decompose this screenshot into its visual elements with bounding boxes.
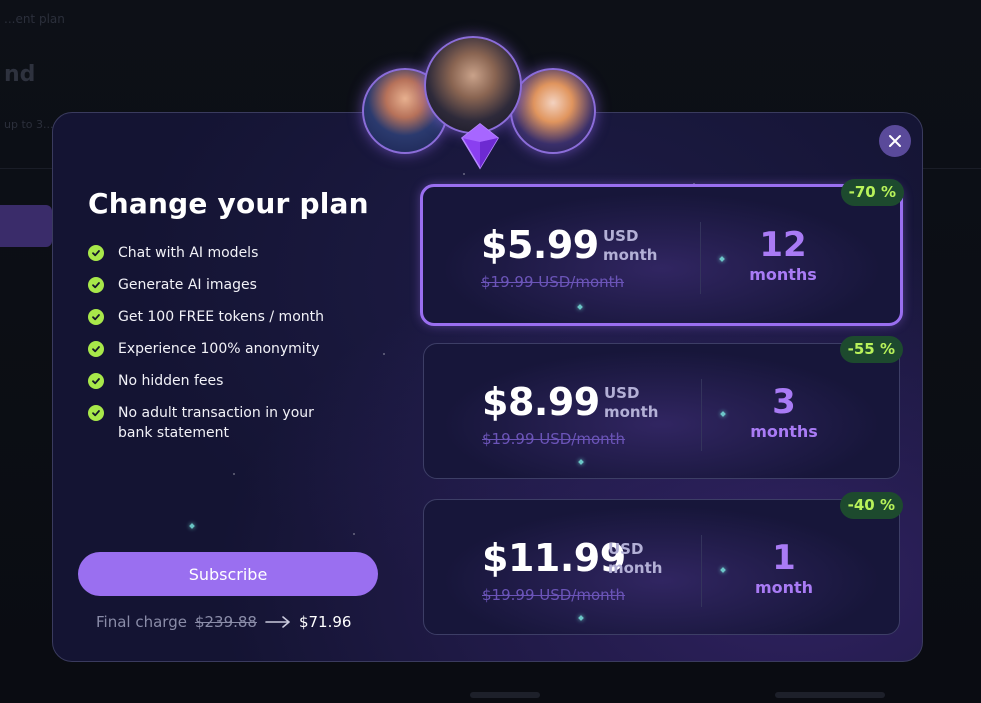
sparkle [189,523,195,529]
feature-text: Chat with AI models [118,245,259,261]
feature-item: Chat with AI models [88,243,378,263]
feature-item: Experience 100% anonymity [88,339,378,359]
plan-card-12-months[interactable]: $5.99 USD month $19.99 USD/month 12 mont… [420,179,904,326]
check-icon [88,341,104,357]
plan-currency-code: USD [608,540,644,558]
feature-item: No hidden fees [88,371,378,391]
plan-currency-code: USD [604,384,640,402]
background-footer-text [470,692,540,698]
discount-badge: -55 % [839,336,903,363]
plan-card-1-month[interactable]: $11.99 USD month $19.99 USD/month 1 mont… [423,492,903,635]
plan-old-price: $19.99 USD/month [482,430,626,448]
background-breadcrumb: ...ent plan [4,12,65,26]
plan-duration-unit: months [750,422,818,441]
plan-currency: USD month [603,227,657,265]
feature-text: Generate AI images [118,277,257,293]
background-heading: nd [4,62,36,87]
sparkle [578,615,584,621]
plan-card-3-months[interactable]: $8.99 USD month $19.99 USD/month 3 month… [423,336,903,479]
star [353,533,355,535]
avatar [510,68,596,154]
sparkle [577,304,583,310]
sparkle [578,459,584,465]
plan-per: month [604,403,659,421]
feature-text: Get 100 FREE tokens / month [118,309,324,325]
plan-duration: 1 [772,538,796,578]
subscribe-button[interactable]: Subscribe [78,552,378,596]
plan-currency: USD month [604,384,658,422]
close-button[interactable] [879,125,911,157]
plan-divider [700,222,701,294]
check-icon [88,405,104,421]
close-icon [889,135,901,147]
plan-per: month [608,559,663,577]
feature-item: No adult transaction in your bank statem… [88,403,378,443]
star [233,473,235,475]
final-charge-label: Final charge [96,613,187,631]
plan-price: $8.99 [482,380,600,424]
plan-currency-code: USD [603,227,639,245]
feature-item: Get 100 FREE tokens / month [88,307,378,327]
plan-per: month [603,246,658,264]
arrow-right-icon [265,616,290,628]
plan-duration: 3 [772,382,796,422]
star [463,173,465,175]
background-button [0,205,52,247]
avatar-group [358,36,598,172]
background-note: up to 3... [4,118,54,131]
plan-price: $5.99 [481,223,599,267]
star [383,353,385,355]
final-charge: Final charge $239.88 $71.96 [96,613,351,631]
gem-icon [461,123,499,170]
plan-old-price: $19.99 USD/month [482,586,626,604]
plan-old-price: $19.99 USD/month [481,273,625,291]
plan-duration-unit: month [754,578,814,597]
discount-badge: -40 % [839,492,903,519]
feature-text: No hidden fees [118,373,224,389]
feature-text: No adult transaction in your bank statem… [118,405,314,441]
change-plan-modal: Change your plan Chat with AI models Gen… [52,112,923,662]
plan-divider [701,379,702,451]
check-icon [88,373,104,389]
final-charge-old: $239.88 [194,613,257,631]
feature-item: Generate AI images [88,275,378,295]
check-icon [88,245,104,261]
plan-duration: 12 [759,225,807,265]
discount-badge: -70 % [840,179,904,206]
avatar [424,36,522,134]
feature-list: Chat with AI models Generate AI images G… [88,243,378,455]
final-charge-new: $71.96 [298,613,352,631]
plan-currency: USD month [608,540,662,578]
feature-text: Experience 100% anonymity [118,341,320,357]
modal-title: Change your plan [88,187,369,220]
plan-duration-unit: months [749,265,817,284]
plan-divider [701,535,702,607]
plan-price: $11.99 [482,536,626,580]
check-icon [88,309,104,325]
background-footer-text-2 [775,692,885,698]
check-icon [88,277,104,293]
